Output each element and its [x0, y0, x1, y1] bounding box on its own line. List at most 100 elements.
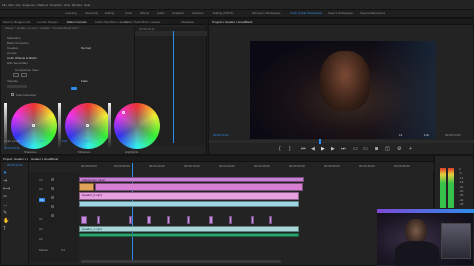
- razor-tool-icon[interactable]: ✂: [3, 194, 7, 200]
- ws-tab-learning[interactable]: Learning: [65, 11, 77, 17]
- audio-clip[interactable]: [187, 216, 190, 224]
- pen-tool-icon[interactable]: ✎: [3, 210, 7, 216]
- ws-tab-editing-cs55[interactable]: Editing (CS5.5): [213, 11, 233, 17]
- menu-file[interactable]: File: [2, 3, 7, 7]
- track-a2[interactable]: A2: [39, 227, 43, 231]
- clip-v1-b[interactable]: [79, 201, 299, 207]
- audio-clip[interactable]: [129, 216, 132, 224]
- extract-icon[interactable]: ▭: [363, 147, 368, 152]
- play-icon[interactable]: ▶: [321, 147, 326, 152]
- program-title[interactable]: Program: Header x HoodBand: [212, 20, 252, 24]
- row-hsl[interactable]: HSL Secondary: [7, 61, 28, 65]
- ws-tab-audio[interactable]: Audio: [157, 11, 165, 17]
- row-curves[interactable]: Curves: [7, 51, 17, 55]
- toggle-mute-icon[interactable]: [51, 205, 54, 208]
- clip-a2[interactable]: Header_1.mp4: [79, 226, 299, 232]
- highlights-color-wheel[interactable]: [114, 103, 160, 149]
- row-vignette[interactable]: Vignette: [7, 79, 18, 83]
- tab-lumetri-scopes[interactable]: Lumetri Scopes: [37, 20, 58, 24]
- program-scrub-bar[interactable]: [209, 139, 474, 144]
- audio-clip[interactable]: [251, 216, 254, 224]
- clip-v1[interactable]: Header_0.mp4: [79, 192, 299, 200]
- comparison-toggle-icon[interactable]: [13, 73, 19, 77]
- highlights-wheel-handle[interactable]: [122, 111, 125, 114]
- audio-clip[interactable]: [167, 216, 170, 224]
- audio-clip[interactable]: [209, 216, 213, 224]
- menu-graphics[interactable]: Graphics: [50, 3, 62, 7]
- ws-tab-mooneys[interactable]: Mooney's Workspace: [252, 11, 281, 17]
- toggle-mute-icon[interactable]: [51, 214, 54, 217]
- level-value-1[interactable]: 47.1: [40, 139, 46, 143]
- track-v3[interactable]: V3: [39, 178, 43, 182]
- ws-tab-color[interactable]: Color: [125, 11, 132, 17]
- ws-tab-libraries[interactable]: Libraries: [192, 11, 204, 17]
- level-value-2[interactable]: 100: [62, 139, 67, 143]
- track-a1[interactable]: A1: [39, 217, 43, 221]
- row-creative[interactable]: Creative: [7, 46, 18, 50]
- program-fit[interactable]: Fit: [399, 133, 402, 137]
- clip-v2-a[interactable]: [79, 183, 94, 191]
- audio-clip[interactable]: [81, 216, 87, 224]
- program-timecode-left[interactable]: 00:00:13:11: [213, 133, 229, 137]
- clip-v2-b[interactable]: [95, 183, 303, 191]
- slip-tool-icon[interactable]: ↔: [3, 202, 8, 208]
- tab-audio-track-mixer[interactable]: Audio Track Mixer: Header: [125, 20, 161, 24]
- menu-window[interactable]: Window: [72, 3, 83, 7]
- type-tool-icon[interactable]: T: [3, 226, 6, 232]
- creative-value[interactable]: Normal: [81, 46, 91, 50]
- export-frame-icon[interactable]: ◙: [375, 147, 380, 152]
- hand-tool-icon[interactable]: ✋: [3, 218, 9, 224]
- track-v2[interactable]: V2: [39, 187, 43, 191]
- row-color-wheels[interactable]: Color Wheels & Match: [7, 56, 37, 60]
- face-detection-checkbox[interactable]: [11, 93, 14, 96]
- ws-tab-effects[interactable]: Effects: [140, 11, 149, 17]
- mark-out-icon[interactable]: }: [289, 147, 294, 152]
- ws-tab-supercollaborators[interactable]: Supercollaborators: [360, 11, 385, 17]
- tab-effect-controls[interactable]: Effect Controls: [67, 20, 87, 24]
- menu-sequence[interactable]: Sequence: [22, 3, 36, 7]
- ws-tab-editing[interactable]: Editing: [105, 11, 114, 17]
- shadows-wheel-handle[interactable]: [32, 124, 35, 127]
- menu-clip[interactable]: Clip: [15, 3, 20, 7]
- add-button-icon[interactable]: +: [409, 147, 414, 152]
- selection-tool-icon[interactable]: ➤: [3, 170, 7, 176]
- split-view-icon[interactable]: [21, 73, 27, 77]
- menu-markers[interactable]: Markers: [37, 3, 48, 7]
- tab-audio-clip-mixer[interactable]: Audio Clip Mixer: Header: [95, 20, 128, 24]
- mini-playhead[interactable]: [173, 31, 174, 143]
- go-to-out-icon[interactable]: ⏭: [341, 147, 346, 152]
- audio-clip[interactable]: [269, 216, 272, 224]
- track-v1[interactable]: V1: [39, 198, 45, 202]
- toggle-eye-icon[interactable]: [51, 178, 54, 181]
- compare-view-icon[interactable]: ◫: [385, 147, 390, 152]
- ws-tab-seans[interactable]: Sean's Workspace: [328, 11, 353, 17]
- timeline-scrollbar[interactable]: [81, 260, 281, 263]
- go-to-in-icon[interactable]: ⏮: [301, 147, 306, 152]
- menu-edit[interactable]: Edit: [9, 3, 14, 7]
- track-a3[interactable]: A3: [39, 237, 43, 241]
- mark-in-icon[interactable]: {: [279, 147, 284, 152]
- toggle-eye-icon[interactable]: [51, 187, 54, 190]
- audio-clip[interactable]: [229, 216, 232, 224]
- midtones-wheel-handle[interactable]: [86, 124, 89, 127]
- highlights-slider[interactable]: [108, 103, 111, 149]
- settings-icon[interactable]: ⚙: [397, 147, 402, 152]
- step-back-icon[interactable]: ◀: [311, 147, 316, 152]
- program-quality[interactable]: Full: [424, 133, 429, 137]
- ws-tab-color-grade[interactable]: Color Grade Workspace: [290, 11, 322, 17]
- program-playhead[interactable]: [319, 139, 321, 144]
- step-forward-icon[interactable]: ▶: [331, 147, 336, 152]
- timeline-timecode[interactable]: 00:00:13:11: [7, 163, 23, 167]
- tab-source[interactable]: Source: Budget.mp4: [3, 20, 30, 24]
- menu-help[interactable]: Help: [84, 3, 90, 7]
- ws-tab-assembly[interactable]: Assembly: [85, 11, 98, 17]
- tab-sequence[interactable]: Header x HoodBand: [31, 157, 58, 161]
- audio-clip[interactable]: [97, 216, 100, 224]
- lift-icon[interactable]: ▭: [353, 147, 358, 152]
- ws-tab-graphics[interactable]: Graphics: [172, 11, 184, 17]
- vignette-value[interactable]: Fade: [81, 79, 88, 83]
- ripple-edit-tool-icon[interactable]: ⟷: [3, 186, 10, 192]
- clip-adjustment-layer[interactable]: Adjustment Layer: [79, 177, 304, 182]
- master-volume[interactable]: 0.0: [61, 248, 65, 252]
- midtones-slider[interactable]: [58, 103, 61, 149]
